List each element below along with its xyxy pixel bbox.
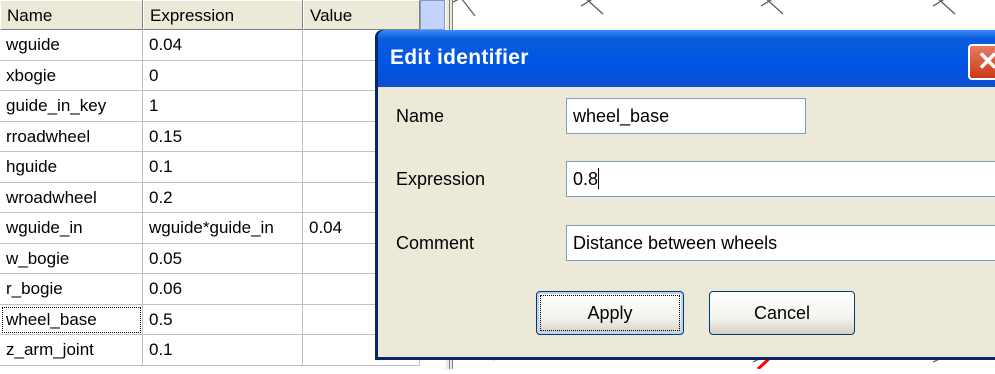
cell-name[interactable]: hguide [0,152,143,183]
close-button[interactable]: ✕ [968,44,995,80]
table-row[interactable]: wheel_base 0.5 [0,304,420,335]
node-cross-mark [580,0,604,15]
cell-name[interactable]: w_bogie [0,243,143,274]
cell-expression[interactable]: 0.2 [143,182,303,213]
column-header-expression[interactable]: Expression [143,0,303,30]
cell-name[interactable]: rroadwheel [0,121,143,152]
table-row[interactable]: r_bogie 0.06 [0,274,420,305]
cell-expression[interactable]: 0.05 [143,243,303,274]
column-header-name[interactable]: Name [0,0,143,30]
table-row[interactable]: xbogie 0 [0,60,420,91]
comment-field-value: Distance between wheels [573,233,778,253]
dialog-titlebar[interactable]: Edit identifier ✕ [378,30,995,87]
dialog-title: Edit identifier [390,46,529,69]
scroll-up-button[interactable] [420,0,445,30]
expression-field[interactable]: 0.8 [566,161,995,197]
comment-field[interactable]: Distance between wheels [566,225,995,261]
apply-button[interactable]: Apply [536,291,684,335]
cell-expression[interactable]: 0.5 [143,304,303,335]
cell-expression[interactable]: 0.15 [143,121,303,152]
cell-name[interactable]: z_arm_joint [0,335,143,366]
table-row[interactable]: w_bogie 0.05 [0,243,420,274]
cell-expression[interactable]: 0.1 [143,152,303,183]
cell-expression[interactable]: 0 [143,60,303,91]
edit-identifier-dialog: Edit identifier ✕ Name wheel_base Expres… [375,30,995,360]
cell-expression[interactable]: 0.04 [143,30,303,61]
table-row[interactable]: wguide_in wguide*guide_in 0.04 [0,213,420,244]
table-row[interactable]: z_arm_joint 0.1 [0,335,420,366]
cancel-button[interactable]: Cancel [709,291,855,335]
table-row[interactable]: wguide 0.04 [0,30,420,61]
cell-expression[interactable]: 1 [143,91,303,122]
table-row[interactable]: wroadwheel 0.2 [0,182,420,213]
cell-name[interactable]: r_bogie [0,274,143,305]
cancel-button-label: Cancel [753,303,811,323]
text-caret [598,168,600,189]
table-row[interactable]: guide_in_key 1 [0,91,420,122]
table-row[interactable]: rroadwheel 0.15 [0,121,420,152]
cell-expression[interactable]: 0.06 [143,274,303,305]
focus-rectangle [540,295,680,331]
table-header: Name Expression Value [0,0,420,30]
dialog-body: Name wheel_base Expression 0.8 Comment D… [378,87,995,357]
name-label: Name [396,106,445,126]
cell-expression[interactable]: 0.1 [143,335,303,366]
cell-name[interactable]: xbogie [0,60,143,91]
cell-name[interactable]: wguide_in [0,213,143,244]
name-field-value: wheel_base [573,106,670,126]
expression-label: Expression [396,169,486,189]
cell-name[interactable]: wroadwheel [0,182,143,213]
node-cross-mark [760,0,784,15]
table-row[interactable]: hguide 0.1 [0,152,420,183]
close-icon: ✕ [977,46,995,76]
node-cross-mark [452,0,476,17]
expression-field-value: 0.8 [573,169,599,189]
cell-name[interactable]: wheel_base [0,304,143,335]
table-rows: wguide 0.04 xbogie 0 guide_in_key 1 rroadwheel… [0,30,420,366]
column-header-value[interactable]: Value [303,0,420,30]
node-cross-mark [932,0,956,15]
cell-name[interactable]: wguide [0,30,143,61]
cell-expression[interactable]: wguide*guide_in [143,213,303,244]
comment-label: Comment [396,233,475,253]
cell-name[interactable]: guide_in_key [0,91,143,122]
name-field[interactable]: wheel_base [566,98,806,134]
